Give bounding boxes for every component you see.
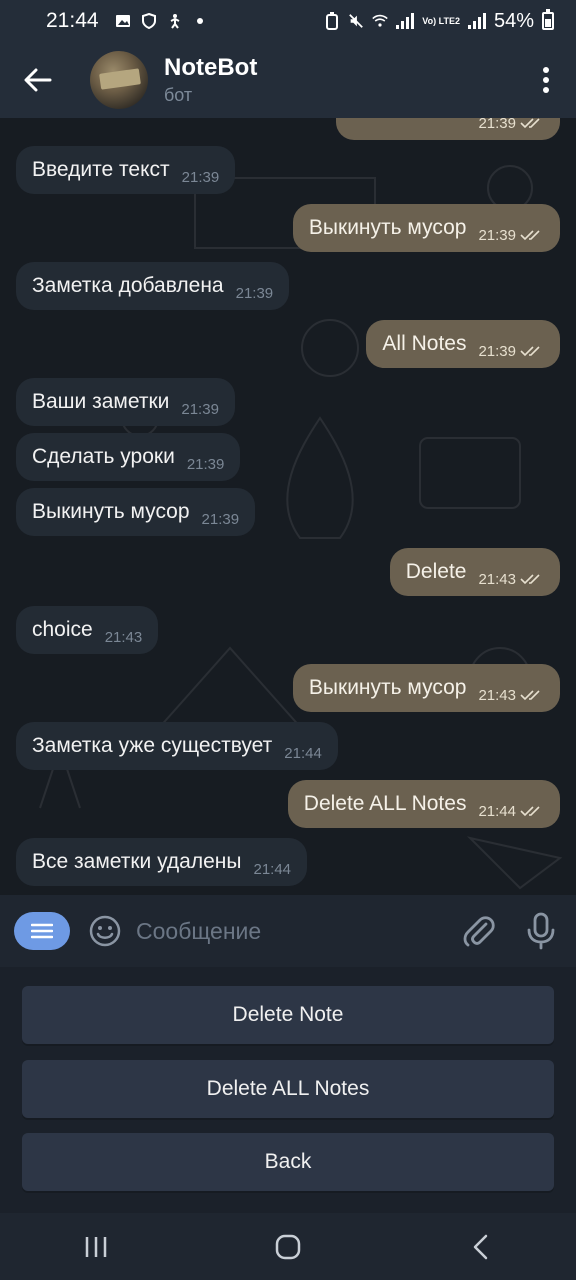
message-list[interactable]: 21:39 Введите текст 21:39 Выкинуть мусор… bbox=[0, 118, 576, 895]
message-text: Выкинуть мусор bbox=[308, 216, 467, 239]
status-bar: 21:44 Vo) LTE2 54% bbox=[0, 0, 576, 42]
message-in[interactable]: Сделать уроки 21:39 bbox=[16, 433, 241, 481]
message-time: 21:44 bbox=[284, 744, 322, 762]
back-arrow-icon bbox=[24, 68, 52, 92]
accessibility-icon bbox=[167, 13, 183, 29]
double-check-icon bbox=[520, 806, 540, 817]
message-time: 21:39 bbox=[478, 118, 516, 132]
message-in[interactable]: Выкинуть мусор 21:39 bbox=[16, 488, 256, 536]
emoji-icon[interactable] bbox=[88, 914, 122, 948]
chat-title: NoteBot bbox=[164, 54, 258, 81]
keyboard-button-delete-note[interactable]: Delete Note bbox=[22, 986, 554, 1044]
bot-menu-icon bbox=[31, 923, 53, 939]
message-time: 21:39 bbox=[186, 455, 225, 473]
message-time: 21:39 bbox=[478, 226, 516, 244]
back-icon bbox=[473, 1234, 488, 1259]
battery-icon bbox=[542, 9, 554, 30]
message-text: Введите текст bbox=[32, 158, 170, 181]
data-saver-icon bbox=[324, 12, 340, 30]
signal-icon bbox=[396, 13, 415, 29]
message-time: 21:39 bbox=[235, 284, 274, 302]
recent-apps-button[interactable] bbox=[66, 1222, 126, 1272]
message-text: Сделать уроки bbox=[32, 445, 175, 468]
bot-keyboard: Delete Note Delete ALL Notes Back bbox=[0, 967, 576, 1213]
battery-percent: 54% bbox=[493, 9, 534, 32]
message-out[interactable]: Delete ALL Notes 21:44 bbox=[287, 780, 560, 828]
double-check-icon bbox=[520, 118, 540, 129]
message-composer bbox=[0, 895, 576, 967]
message-out[interactable]: Выкинуть мусор 21:43 bbox=[292, 664, 560, 712]
keyboard-button-back[interactable]: Back bbox=[22, 1133, 554, 1191]
message-in[interactable]: Все заметки удалены 21:44 bbox=[16, 838, 308, 886]
recent-apps-icon bbox=[85, 1236, 107, 1257]
nav-back-button[interactable] bbox=[450, 1222, 510, 1272]
message-time: 21:39 bbox=[478, 342, 516, 360]
message-in[interactable]: Заметка добавлена 21:39 bbox=[16, 262, 290, 310]
message-text: Выкинуть мусор bbox=[32, 500, 190, 523]
message-time: 21:43 bbox=[478, 570, 516, 588]
chat-subtitle: бот bbox=[164, 85, 193, 105]
message-input[interactable] bbox=[136, 917, 460, 945]
message-text: Заметка добавлена bbox=[32, 274, 224, 297]
system-navigation-bar bbox=[0, 1213, 576, 1280]
message-text: Заметка уже существует bbox=[32, 734, 273, 757]
message-in[interactable]: Ваши заметки 21:39 bbox=[16, 378, 235, 426]
wifi-icon bbox=[372, 13, 389, 29]
double-check-icon bbox=[520, 574, 540, 585]
message-text: Ваши заметки bbox=[32, 390, 170, 413]
chat-title-block[interactable]: NoteBot бот bbox=[164, 54, 257, 106]
home-button[interactable] bbox=[258, 1222, 318, 1272]
message-in[interactable]: Введите текст 21:39 bbox=[16, 146, 236, 194]
double-check-icon bbox=[520, 346, 540, 357]
message-in[interactable]: Заметка уже существует 21:44 bbox=[16, 722, 338, 770]
message-time: 21:39 bbox=[201, 510, 240, 528]
bot-menu-button[interactable] bbox=[14, 912, 70, 950]
message-time: 21:39 bbox=[181, 168, 220, 186]
message-time: 21:39 bbox=[181, 400, 219, 418]
message-text: All Notes bbox=[382, 332, 467, 355]
message-text: choice bbox=[32, 618, 93, 641]
message-text: Delete ALL Notes bbox=[303, 792, 467, 815]
home-icon bbox=[275, 1234, 301, 1259]
double-check-icon bbox=[520, 690, 540, 701]
shield-icon bbox=[141, 13, 157, 29]
message-out[interactable]: All Notes 21:39 bbox=[366, 320, 560, 368]
mic-icon[interactable] bbox=[526, 912, 556, 950]
message-text: Выкинуть мусор bbox=[308, 676, 467, 699]
avatar[interactable] bbox=[90, 51, 148, 109]
message-time: 21:44 bbox=[253, 860, 292, 878]
message-text: Все заметки удалены bbox=[32, 850, 242, 873]
network-label: Vo) LTE2 bbox=[422, 15, 460, 26]
message-out[interactable]: Delete 21:43 bbox=[389, 548, 560, 596]
message-time: 21:44 bbox=[478, 802, 516, 820]
message-out[interactable]: Выкинуть мусор 21:39 bbox=[292, 204, 560, 252]
mute-icon bbox=[348, 13, 364, 29]
chat-header: NoteBot бот bbox=[0, 42, 576, 118]
dot-icon bbox=[196, 18, 203, 24]
message-text: Delete bbox=[405, 560, 467, 583]
gallery-icon bbox=[115, 13, 131, 29]
keyboard-button-delete-all-notes[interactable]: Delete ALL Notes bbox=[22, 1060, 554, 1118]
double-check-icon bbox=[520, 230, 540, 241]
more-vertical-icon bbox=[543, 67, 549, 93]
message-out[interactable]: 21:39 bbox=[336, 118, 560, 140]
back-button[interactable] bbox=[0, 42, 76, 118]
signal-icon-2 bbox=[467, 13, 486, 29]
more-options-button[interactable] bbox=[516, 42, 576, 118]
message-time: 21:43 bbox=[478, 686, 516, 704]
message-in[interactable]: choice 21:43 bbox=[16, 606, 159, 654]
attach-icon[interactable] bbox=[460, 912, 498, 950]
message-time: 21:43 bbox=[104, 628, 143, 646]
status-time: 21:44 bbox=[46, 9, 99, 32]
